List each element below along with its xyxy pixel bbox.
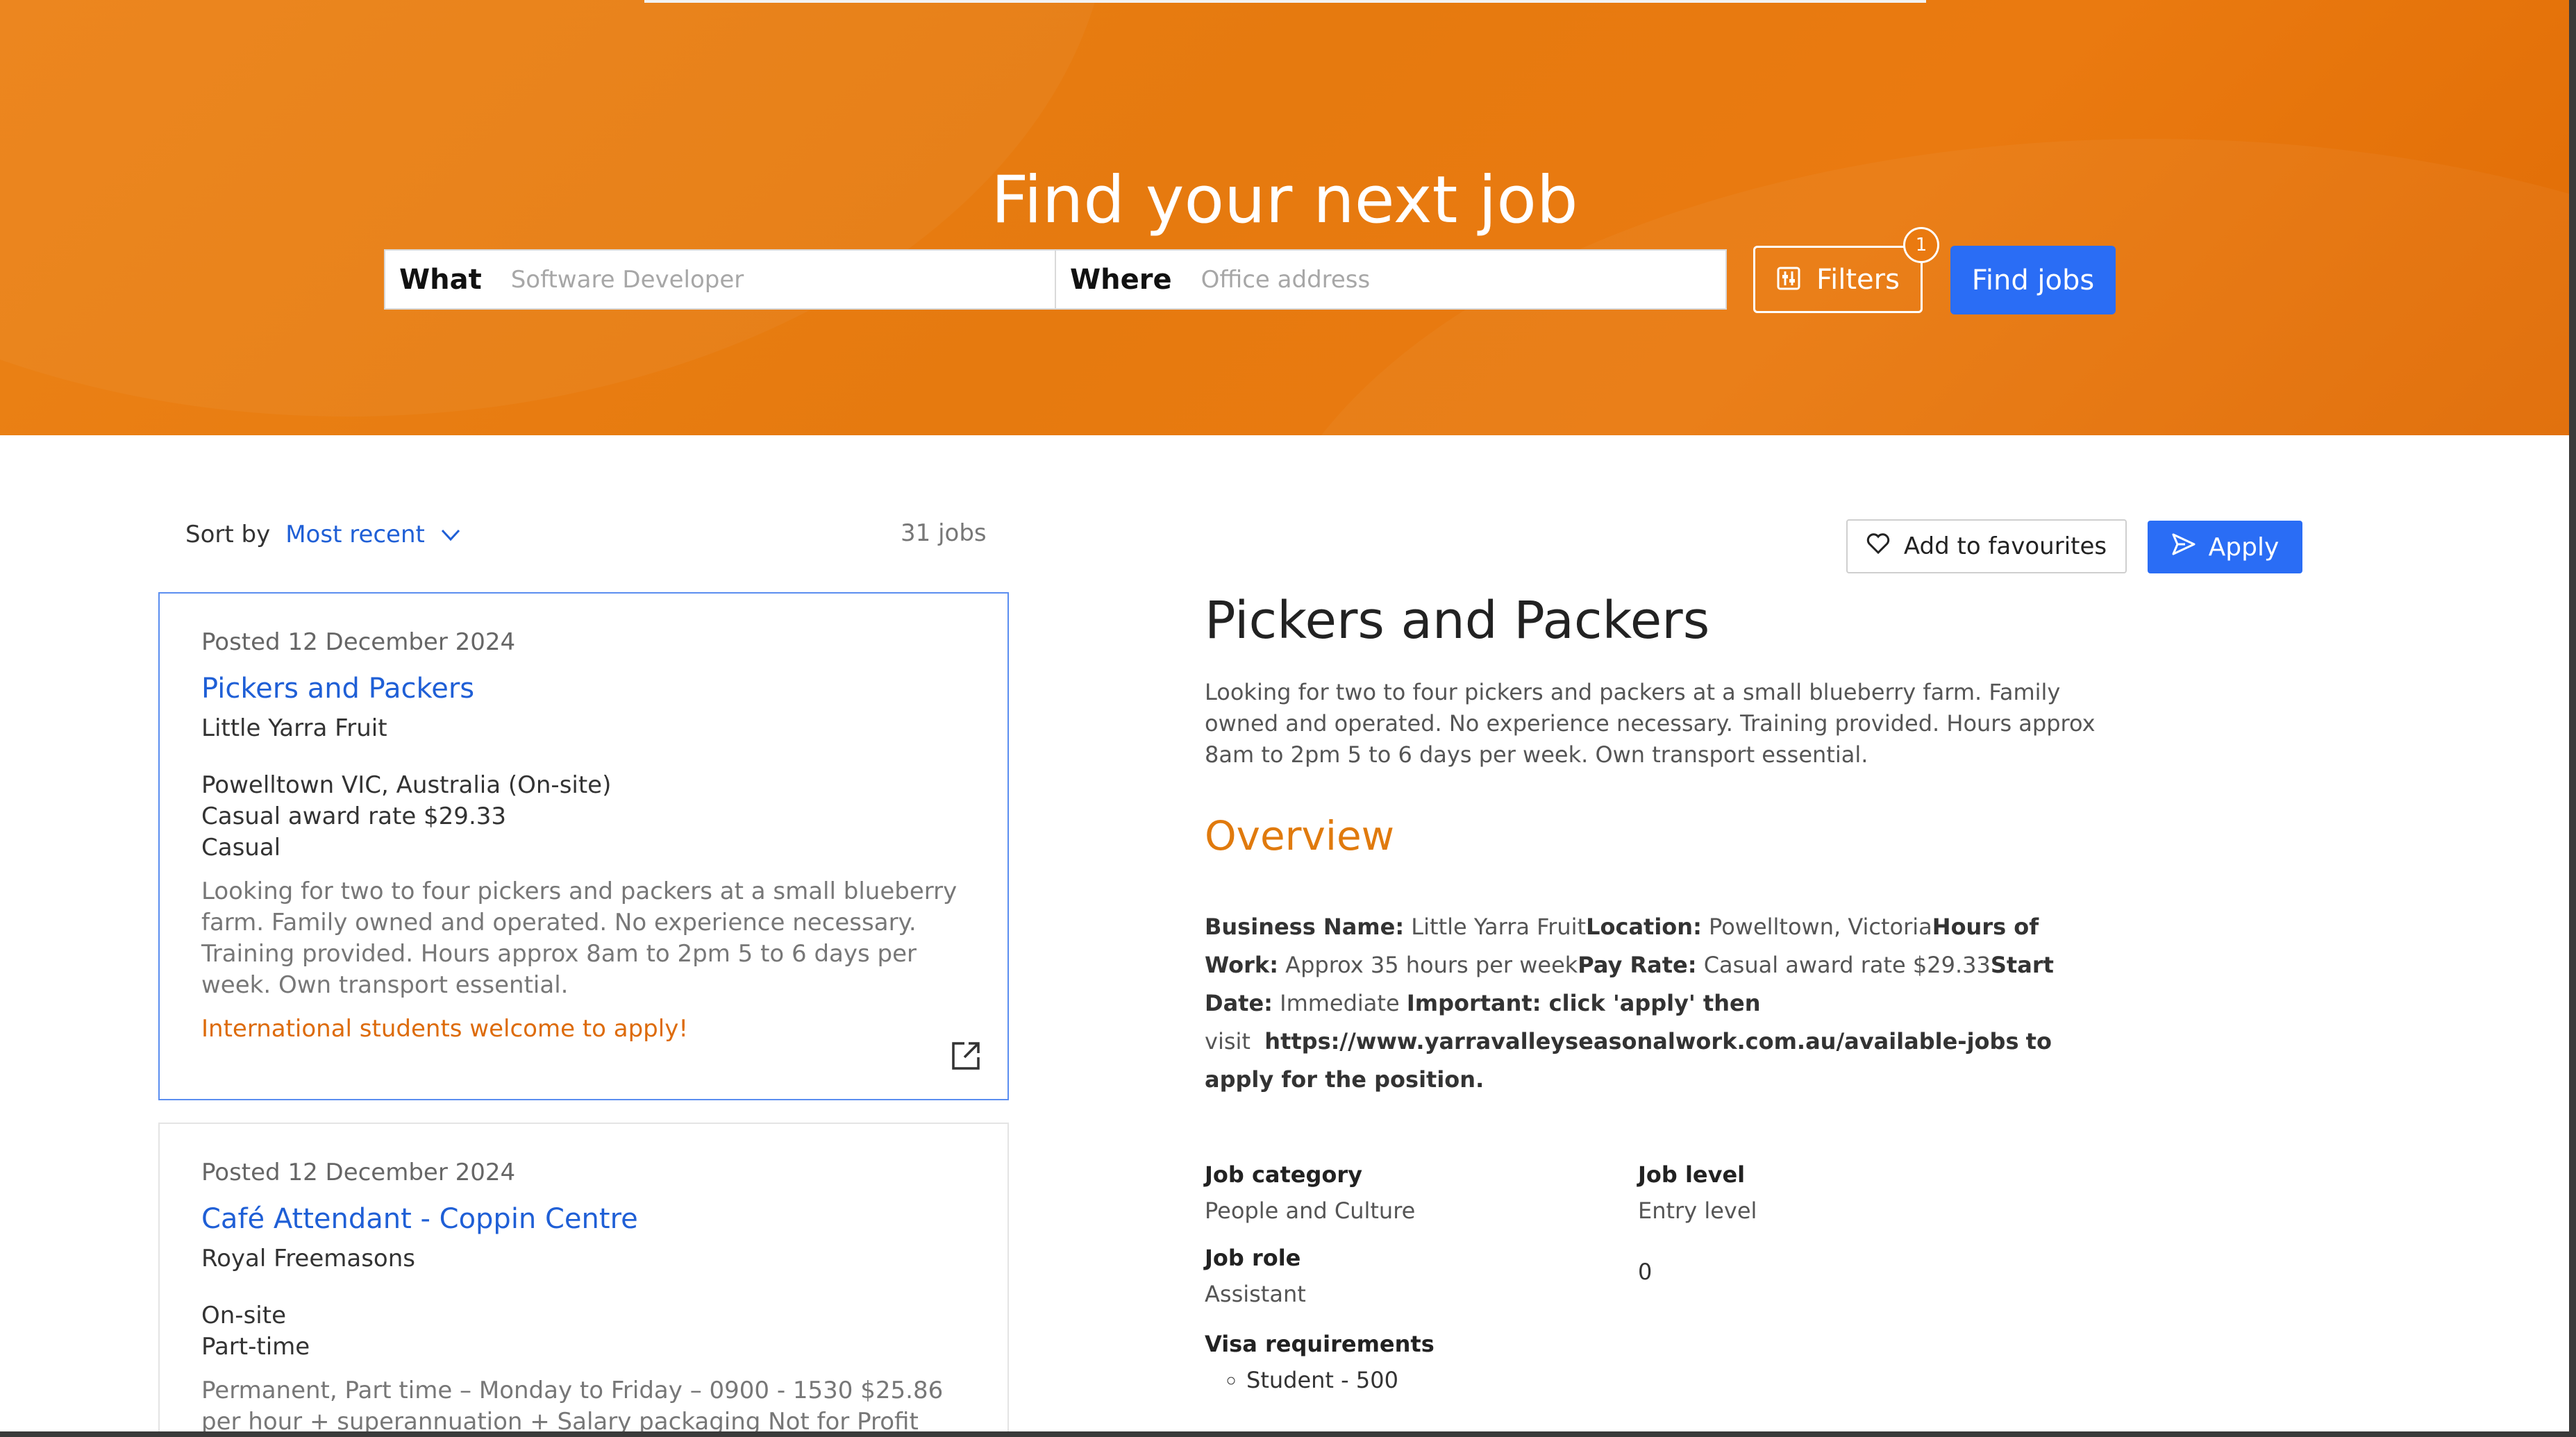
- job-detail-panel: Pickers and Packers Looking for two to f…: [1205, 590, 2097, 1393]
- filters-count-badge: 1: [1903, 227, 1939, 263]
- job-count: 31 jobs: [901, 519, 987, 547]
- job-level-value: Entry level: [1638, 1197, 1757, 1224]
- hero-banner: Find your next job What Where Filters 1 …: [0, 0, 2569, 435]
- business-name-value: Little Yarra Fruit: [1411, 913, 1587, 940]
- job-type: Part-time: [201, 1333, 310, 1361]
- visa-requirements-label: Visa requirements: [1205, 1330, 1435, 1357]
- apply-button[interactable]: Apply: [2148, 521, 2302, 573]
- job-company: Little Yarra Fruit: [201, 714, 387, 742]
- hero-title: Find your next job: [991, 162, 1578, 238]
- job-pay: Casual award rate $29.33: [201, 802, 507, 830]
- add-to-favourites-label: Add to favourites: [1903, 532, 2107, 560]
- overview-heading: Overview: [1205, 812, 1395, 859]
- job-category: Job category People and Culture: [1205, 1161, 1638, 1224]
- detail-summary: Looking for two to four pickers and pack…: [1205, 678, 2096, 768]
- pay-rate-value: Casual award rate $29.33: [1703, 951, 1991, 978]
- important-label: Important: click 'apply' then: [1406, 989, 1761, 1016]
- overview-body: Business Name: Little Yarra FruitLocatio…: [1205, 908, 2097, 1099]
- business-name-label: Business Name:: [1205, 913, 1405, 940]
- location-value: Powelltown, Victoria: [1709, 913, 1932, 940]
- job-role-value: Assistant: [1205, 1280, 1306, 1307]
- page: Find your next job What Where Filters 1 …: [0, 0, 2569, 1431]
- what-label: What: [399, 263, 482, 296]
- visa-item: Student - 500: [1246, 1367, 2097, 1393]
- what-input[interactable]: [509, 264, 1055, 294]
- job-level: Job level Entry level: [1638, 1161, 2055, 1224]
- job-company: Royal Freemasons: [201, 1245, 415, 1272]
- visa-requirements: Visa requirements Student - 500: [1205, 1331, 2097, 1393]
- job-role: Job role Assistant: [1205, 1245, 1638, 1307]
- job-title-link[interactable]: Pickers and Packers: [201, 673, 966, 705]
- heart-icon: [1866, 532, 1890, 560]
- pay-rate-label: Pay Rate:: [1578, 951, 1697, 978]
- apply-label: Apply: [2208, 532, 2280, 562]
- find-jobs-button[interactable]: Find jobs: [1950, 246, 2116, 314]
- chevron-down-icon[interactable]: [440, 521, 461, 548]
- job-card[interactable]: Posted 12 December 2024 Café Attendant -…: [158, 1123, 1009, 1431]
- job-card[interactable]: Posted 12 December 2024 Pickers and Pack…: [158, 592, 1009, 1100]
- job-facts: Job category People and Culture Job leve…: [1205, 1161, 2097, 1307]
- job-title-link[interactable]: Café Attendant - Coppin Centre: [201, 1203, 966, 1235]
- sort-label: Sort by: [185, 521, 271, 548]
- job-posted-date: Posted 12 December 2024: [201, 628, 516, 656]
- job-note: International students welcome to apply!: [201, 1015, 688, 1043]
- job-location: Powelltown VIC, Australia (On-site): [201, 771, 612, 799]
- add-to-favourites-button[interactable]: Add to favourites: [1846, 519, 2127, 573]
- sort-value[interactable]: Most recent: [285, 521, 425, 548]
- job-category-value: People and Culture: [1205, 1197, 1416, 1224]
- top-bar: [644, 0, 1926, 3]
- job-type: Casual: [201, 834, 281, 862]
- job-posted-date: Posted 12 December 2024: [201, 1159, 516, 1186]
- extra-fact: 0: [1638, 1245, 2055, 1307]
- extra-fact-value: 0: [1638, 1258, 1653, 1285]
- job-description: Looking for two to four pickers and pack…: [201, 877, 957, 999]
- where-label: Where: [1070, 263, 1172, 296]
- location-label: Location:: [1586, 913, 1702, 940]
- filters-button[interactable]: Filters: [1753, 246, 1923, 313]
- start-date-value: Immediate: [1280, 989, 1400, 1016]
- visa-list: Student - 500: [1205, 1367, 2097, 1393]
- job-category-label: Job category: [1205, 1161, 1363, 1188]
- send-icon: [2171, 532, 2196, 562]
- job-level-label: Job level: [1638, 1161, 1746, 1188]
- where-search-field[interactable]: Where: [1055, 249, 1727, 310]
- job-role-label: Job role: [1205, 1244, 1301, 1271]
- job-location: On-site: [201, 1302, 286, 1329]
- hours-value: Approx 35 hours per week: [1285, 951, 1578, 978]
- external-link-icon[interactable]: [949, 1039, 982, 1075]
- apply-url-link[interactable]: https://www.yarravalleyseasonalwork.com.…: [1264, 1028, 2018, 1054]
- sort-control[interactable]: Sort by Most recent: [185, 521, 461, 548]
- detail-title: Pickers and Packers: [1205, 591, 1710, 650]
- filters-label: Filters: [1816, 263, 1900, 296]
- where-input[interactable]: [1199, 264, 1725, 294]
- visit-text: visit: [1205, 1027, 1251, 1054]
- job-description: Permanent, Part time – Monday to Friday …: [201, 1377, 944, 1431]
- what-search-field[interactable]: What: [384, 249, 1056, 310]
- filters-icon: [1776, 266, 1801, 294]
